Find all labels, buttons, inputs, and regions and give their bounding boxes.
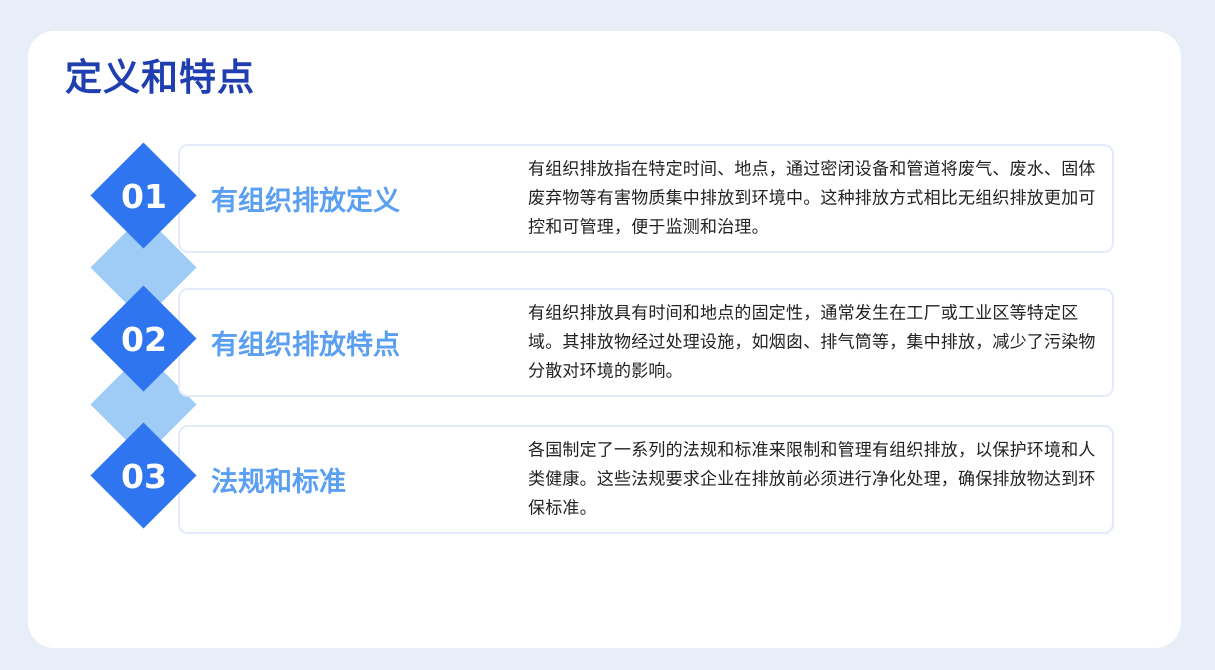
item-number: 02 (121, 320, 167, 359)
item-heading: 有组织排放定义 (211, 186, 400, 217)
item-card-1: 有组织排放定义 有组织排放指在特定时间、地点，通过密闭设备和管道将废气、废水、固… (178, 144, 1114, 253)
item-number: 01 (121, 177, 167, 216)
item-card-2: 有组织排放特点 有组织排放具有时间和地点的固定性，通常发生在工厂或工业区等特定区… (178, 288, 1114, 397)
page-title: 定义和特点 (65, 56, 255, 99)
item-heading: 有组织排放特点 (211, 330, 400, 361)
item-description: 有组织排放指在特定时间、地点，通过密闭设备和管道将废气、废水、固体废弃物等有害物… (528, 159, 1096, 237)
item-number: 03 (121, 457, 167, 496)
item-card-3: 法规和标准 各国制定了一系列的法规和标准来限制和管理有组织排放，以保护环境和人类… (178, 425, 1114, 534)
item-description: 各国制定了一系列的法规和标准来限制和管理有组织排放，以保护环境和人类健康。这些法… (528, 440, 1096, 518)
item-heading: 法规和标准 (211, 467, 346, 498)
item-description: 有组织排放具有时间和地点的固定性，通常发生在工厂或工业区等特定区域。其排放物经过… (528, 303, 1096, 381)
